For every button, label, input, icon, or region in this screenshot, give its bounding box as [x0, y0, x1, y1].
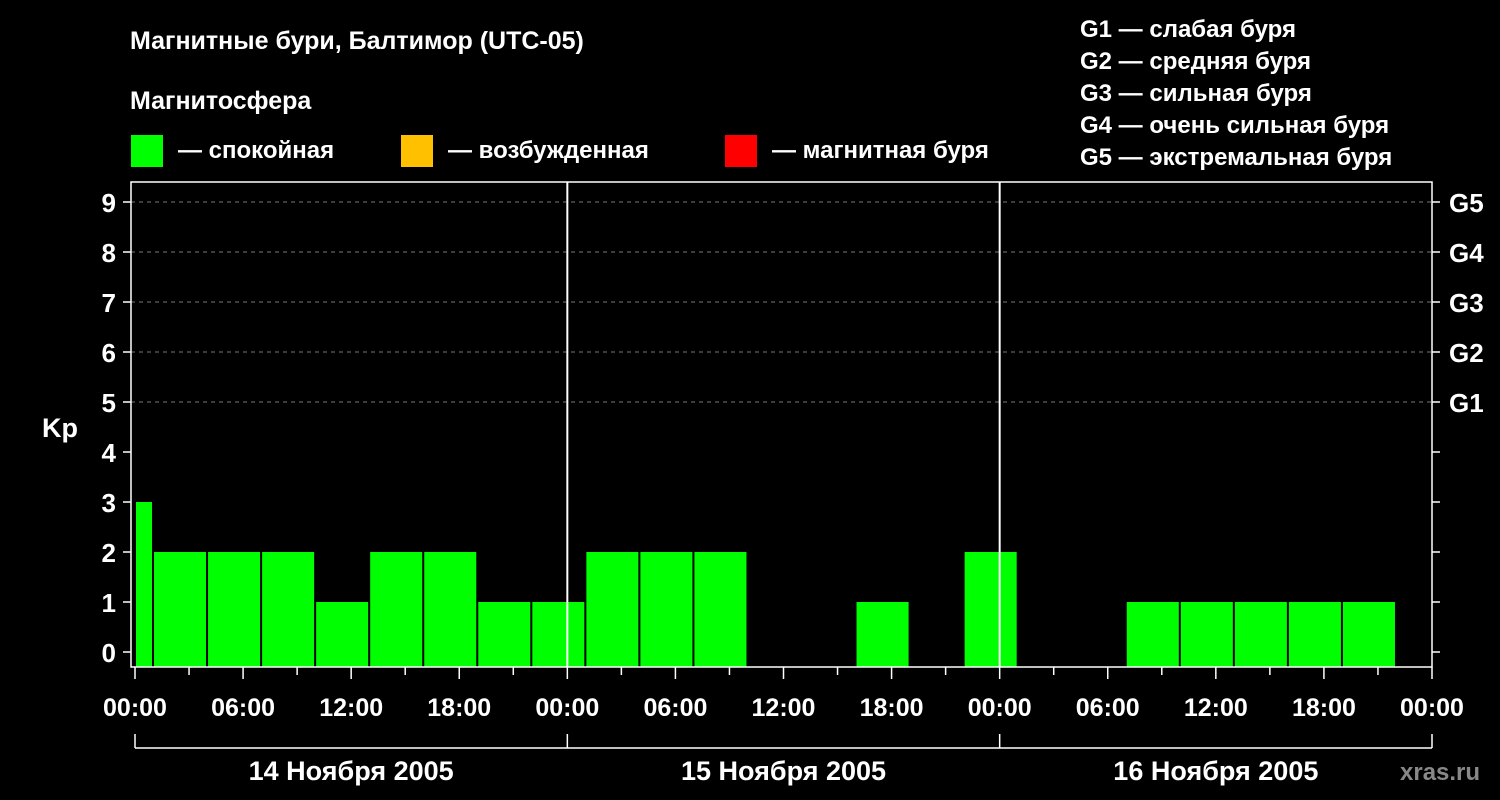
chart-title: Магнитные бури, Балтимор (UTC-05)	[130, 27, 584, 55]
kp-bar	[262, 552, 315, 667]
y-axis-label: Kp	[42, 413, 78, 443]
x-tick-label: 12:00	[752, 694, 816, 722]
kp-bar	[424, 552, 477, 667]
x-tick-label: 12:00	[319, 694, 383, 722]
kp-bar	[370, 552, 423, 667]
day-label: 15 Ноября 2005	[681, 756, 886, 786]
legend-swatch-storm	[725, 135, 757, 167]
kp-bar	[694, 552, 747, 667]
x-tick-label: 18:00	[860, 694, 924, 722]
legend-swatch-excited	[401, 135, 433, 167]
kp-bar	[640, 552, 693, 667]
kp-bar	[856, 602, 909, 667]
g-tick-label: G2	[1449, 338, 1484, 368]
x-tick-label: 18:00	[1292, 694, 1356, 722]
x-tick-label: 00:00	[968, 694, 1032, 722]
kp-bar	[1234, 602, 1287, 667]
kp-bar	[1126, 602, 1179, 667]
kp-chart: Магнитные бури, Балтимор (UTC-05) Магнит…	[42, 16, 1485, 786]
y-tick-label: 0	[102, 638, 116, 668]
bars	[136, 502, 1395, 667]
y-tick-label: 3	[102, 488, 116, 518]
kp-bar	[316, 602, 369, 667]
legend-label-excited: — возбужденная	[448, 137, 649, 164]
x-tick-label: 12:00	[1184, 694, 1248, 722]
y-tick-label: 7	[102, 288, 116, 318]
kp-bar	[136, 502, 153, 667]
legend-label-quiet: — спокойная	[178, 137, 334, 164]
legend-heading: Магнитосфера	[130, 87, 312, 115]
plot-frame	[130, 181, 1433, 668]
kp-bar	[1342, 602, 1395, 667]
y-tick-label: 5	[102, 388, 116, 418]
y-tick-label: 2	[102, 538, 116, 568]
y-tick-label: 1	[102, 588, 116, 618]
tick-labels: 0 1 2 3 4 5 6 7 8 9 G1 G2 G3 G4 G5 00:00 06:00 12:00 18:00…	[102, 188, 1485, 786]
g-tick-label: G5	[1449, 188, 1484, 218]
y-tick-label: 4	[102, 438, 117, 468]
y-tick-label: 9	[102, 188, 116, 218]
g-tick-label: G1	[1449, 388, 1484, 418]
kp-bar	[964, 552, 1017, 667]
x-tick-label: 00:00	[103, 694, 167, 722]
g-scale-g2: G2 — средняя буря	[1080, 48, 1311, 75]
g-scale-g4: G4 — очень сильная буря	[1080, 112, 1389, 139]
x-tick-label: 00:00	[535, 694, 599, 722]
day-label: 14 Ноября 2005	[249, 756, 454, 786]
y-tick-label: 6	[102, 338, 116, 368]
x-tick-label: 00:00	[1400, 694, 1464, 722]
g-scale-g1: G1 — слабая буря	[1080, 16, 1296, 43]
g-tick-label: G3	[1449, 288, 1484, 318]
kp-bar	[478, 602, 531, 667]
kp-bar	[586, 552, 639, 667]
kp-bar	[1180, 602, 1233, 667]
day-label: 16 Ноября 2005	[1113, 756, 1318, 786]
x-tick-label: 18:00	[427, 694, 491, 722]
g-tick-label: G4	[1449, 238, 1484, 268]
x-tick-label: 06:00	[211, 694, 275, 722]
grid-lines	[131, 201, 1432, 403]
watermark: xras.ru	[1400, 759, 1480, 786]
g-scale-g5: G5 — экстремальная буря	[1080, 144, 1392, 171]
x-tick-label: 06:00	[643, 694, 707, 722]
x-tick-label: 06:00	[1076, 694, 1140, 722]
legend-swatch-quiet	[131, 135, 163, 167]
kp-bar	[154, 552, 207, 667]
y-tick-label: 8	[102, 238, 116, 268]
kp-bar	[208, 552, 261, 667]
legend-label-storm: — магнитная буря	[772, 137, 989, 164]
g-scale-g3: G3 — сильная буря	[1080, 80, 1312, 107]
kp-bar	[1288, 602, 1341, 667]
kp-bar	[532, 602, 585, 667]
